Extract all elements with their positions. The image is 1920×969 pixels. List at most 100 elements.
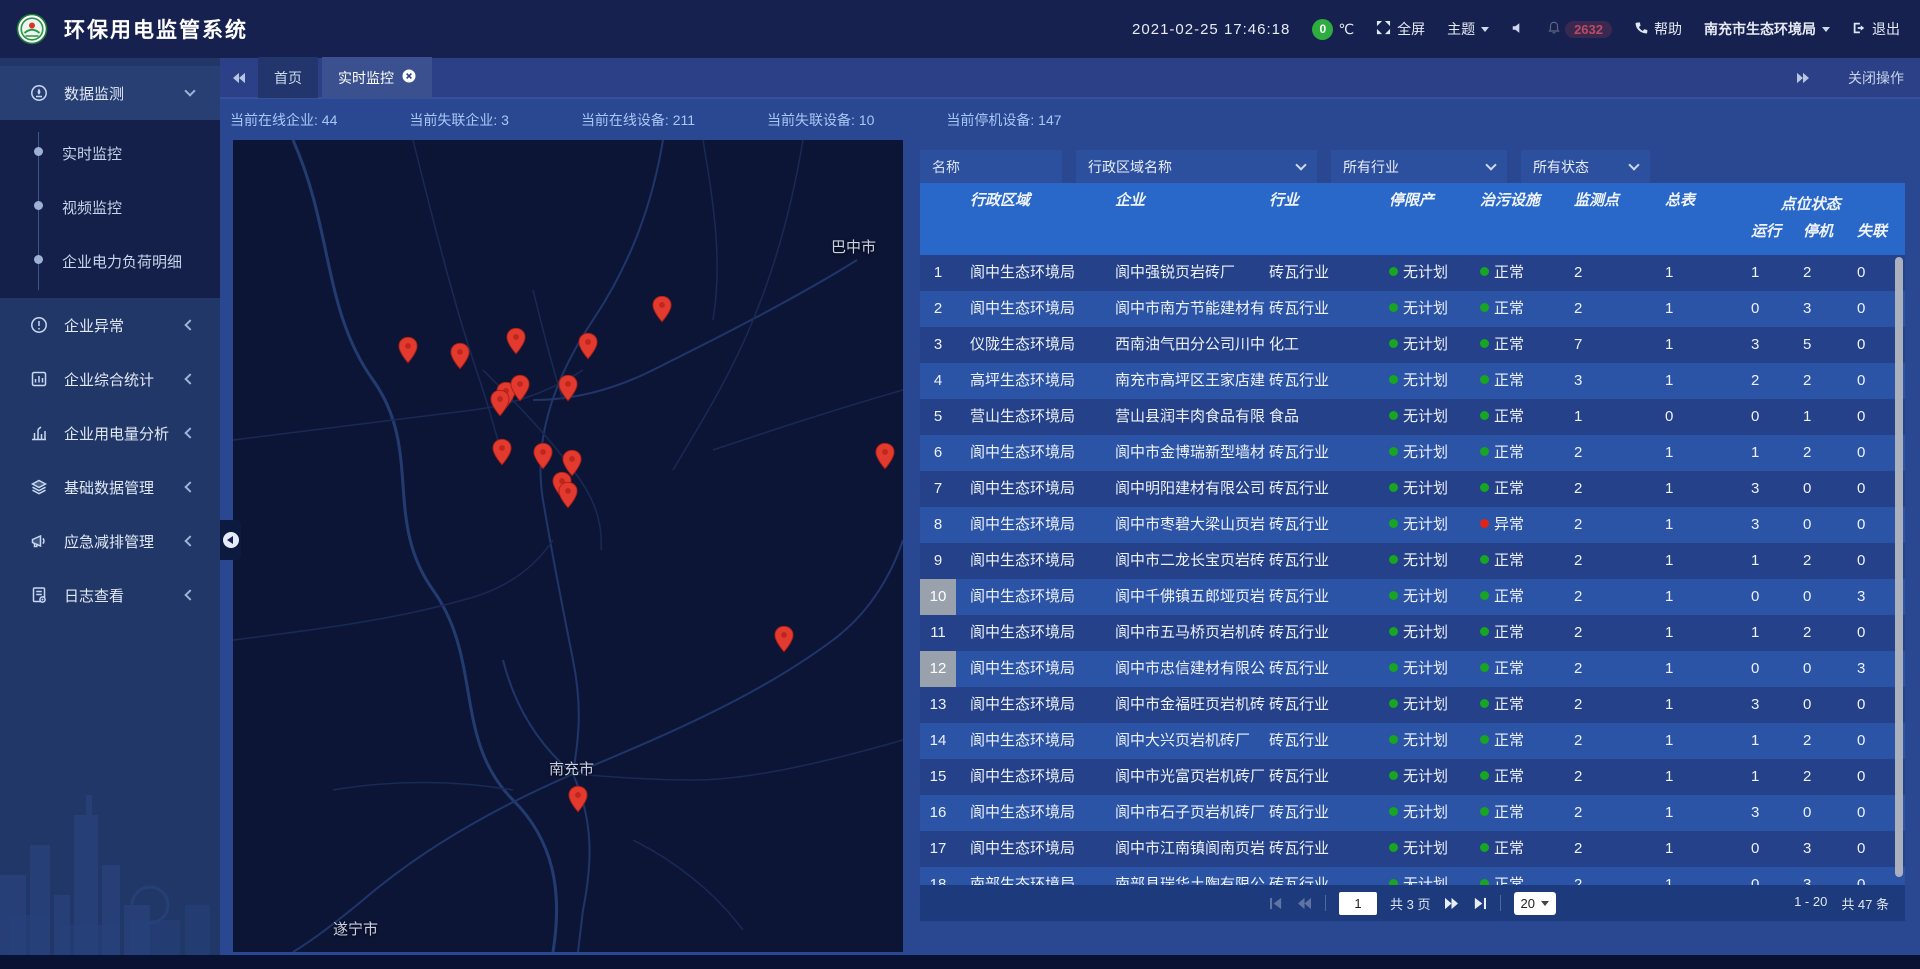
map-panel[interactable]: 巴中市南充市遂宁市 [233,140,903,952]
row-index: 4 [920,363,956,399]
sidebar-collapse-button[interactable] [220,520,241,560]
table-row[interactable]: 7阆中生态环境局阆中明阳建材有限公司砖瓦行业无计划正常21300 [920,471,1905,507]
table-row[interactable]: 11阆中生态环境局阆中市五马桥页岩机砖砖瓦行业无计划正常21120 [920,615,1905,651]
prev-page-button[interactable] [1297,897,1312,910]
table-row[interactable]: 14阆中生态环境局阆中大兴页岩机砖厂砖瓦行业无计划正常21120 [920,723,1905,759]
table-row[interactable]: 12阆中生态环境局阆中市忠信建材有限公砖瓦行业无计划正常21003 [920,651,1905,687]
table-row[interactable]: 17阆中生态环境局阆中市江南镇阆南页岩砖瓦行业无计划正常21030 [920,831,1905,867]
sidebar-item-4[interactable]: 基础数据管理 [0,460,220,514]
status-filter-select[interactable]: 所有状态 [1521,150,1650,183]
row-pollution-facility: 正常 [1476,471,1566,507]
tabs-scroll-left-icon[interactable] [220,72,258,84]
row-industry: 砖瓦行业 [1266,687,1386,723]
sidebar-item-6[interactable]: 日志查看 [0,568,220,622]
row-stopped-count: 2 [1786,363,1841,399]
table-row[interactable]: 16阆中生态环境局阆中市石子页岩机砖厂砖瓦行业无计划正常21300 [920,795,1905,831]
row-industry: 化工 [1266,327,1386,363]
row-running-count: 1 [1726,615,1786,651]
status-dot-green [1389,663,1398,672]
page-number-input[interactable] [1339,892,1377,915]
table-row[interactable]: 8阆中生态环境局阆中市枣碧大梁山页岩砖瓦行业无计划异常21300 [920,507,1905,543]
row-industry: 砖瓦行业 [1266,363,1386,399]
first-page-button[interactable] [1269,897,1284,910]
row-stopped-count: 2 [1786,435,1841,471]
fullscreen-button[interactable]: 全屏 [1376,19,1425,39]
row-monitor-points: 2 [1566,795,1646,831]
sidebar-item-1[interactable]: 企业异常 [0,298,220,352]
map-pin[interactable] [774,625,794,653]
tab-realtime-monitor[interactable]: 实时监控 [322,57,432,98]
filter-bar: 行政区域名称 所有行业 所有状态 [920,150,1905,183]
map-pin[interactable] [568,785,588,813]
table-row[interactable]: 13阆中生态环境局阆中市金福旺页岩机砖砖瓦行业无计划正常21300 [920,687,1905,723]
tabs-scroll-right-icon[interactable] [1784,72,1822,84]
row-monitor-points: 2 [1566,759,1646,795]
sidebar-item-0[interactable]: 数据监测 [0,66,220,120]
status-dot-red [1480,519,1489,528]
table-row[interactable]: 4高坪生态环境局南充市高坪区王家店建砖瓦行业无计划正常31220 [920,363,1905,399]
speaker-icon [1511,21,1525,38]
gauge-icon [30,84,48,102]
map-pin[interactable] [506,327,526,355]
table-row[interactable]: 9阆中生态环境局阆中市二龙长宝页岩砖砖瓦行业无计划正常21120 [920,543,1905,579]
notifications-button[interactable]: 2632 [1547,20,1612,38]
sidebar-subitem-0[interactable]: 实时监控 [0,126,220,180]
region-filter-select[interactable]: 行政区域名称 [1076,150,1317,183]
sidebar-item-2[interactable]: 企业综合统计 [0,352,220,406]
row-offline-count: 0 [1841,327,1895,363]
organization-dropdown[interactable]: 南充市生态环境局 [1704,19,1830,39]
sidebar-item-5[interactable]: 应急减排管理 [0,514,220,568]
table-row[interactable]: 6阆中生态环境局阆中市金博瑞新型墙材砖瓦行业无计划正常21120 [920,435,1905,471]
logout-button[interactable]: 退出 [1852,19,1900,39]
status-dot-green [1389,339,1398,348]
row-pollution-facility: 正常 [1476,831,1566,867]
status-dot-green [1389,483,1398,492]
map-pin[interactable] [652,295,672,323]
map-pin[interactable] [398,336,418,364]
row-index: 3 [920,327,956,363]
row-pollution-facility: 正常 [1476,399,1566,435]
table-row[interactable]: 15阆中生态环境局阆中市光富页岩机砖厂砖瓦行业无计划正常21120 [920,759,1905,795]
next-page-button[interactable] [1444,897,1459,910]
row-monitor-points: 2 [1566,471,1646,507]
row-monitor-points: 2 [1566,543,1646,579]
map-pin[interactable] [875,442,895,470]
sidebar-subitem-1[interactable]: 视频监控 [0,180,220,234]
page-size-select[interactable]: 20 [1514,892,1556,915]
row-stopped-count: 0 [1786,795,1841,831]
sidebar-item-3[interactable]: 企业用电量分析 [0,406,220,460]
tab-home[interactable]: 首页 [258,57,318,98]
last-page-button[interactable] [1472,897,1487,910]
map-pin[interactable] [450,342,470,370]
map-pin[interactable] [510,374,530,402]
table-row[interactable]: 2阆中生态环境局阆中市南方节能建材有砖瓦行业无计划正常21030 [920,291,1905,327]
row-production-limit: 无计划 [1386,399,1476,435]
sidebar-subitem-label: 企业电力负荷明细 [62,251,182,272]
column-header-6: 总表 [1646,183,1726,219]
sidebar-item-label: 日志查看 [64,585,186,606]
map-pin[interactable] [558,374,578,402]
help-button[interactable]: 帮助 [1634,19,1682,39]
table-row[interactable]: 18南部生态环境局南部县瑞华土陶有限公砖瓦行业无计划正常21030 [920,867,1905,885]
map-pin[interactable] [558,481,578,509]
table-row[interactable]: 3仪陇生态环境局西南油气田分公司川中化工无计划正常71350 [920,327,1905,363]
map-pin[interactable] [533,442,553,470]
tab-close-icon[interactable] [402,69,416,86]
table-row[interactable]: 10阆中生态环境局阆中千佛镇五郎垭页岩砖瓦行业无计划正常21003 [920,579,1905,615]
map-pin[interactable] [490,389,510,417]
map-pin[interactable] [492,438,512,466]
sidebar-subitem-2[interactable]: 企业电力负荷明细 [0,234,220,288]
row-production-limit: 无计划 [1386,291,1476,327]
row-production-limit: 无计划 [1386,867,1476,885]
table-row[interactable]: 1阆中生态环境局阆中强锐页岩砖厂砖瓦行业无计划正常21120 [920,255,1905,291]
close-operations-button[interactable]: 关闭操作 [1848,68,1904,88]
industry-filter-select[interactable]: 所有行业 [1331,150,1507,183]
table-scrollbar[interactable] [1895,257,1903,877]
mute-button[interactable] [1511,21,1525,38]
row-total-meters: 1 [1646,255,1726,291]
theme-dropdown[interactable]: 主题 [1447,19,1489,39]
row-running-count: 2 [1726,363,1786,399]
map-pin[interactable] [578,332,598,360]
table-row[interactable]: 5营山生态环境局营山县润丰肉食品有限食品无计划正常10010 [920,399,1905,435]
name-filter-input[interactable] [920,150,1062,183]
